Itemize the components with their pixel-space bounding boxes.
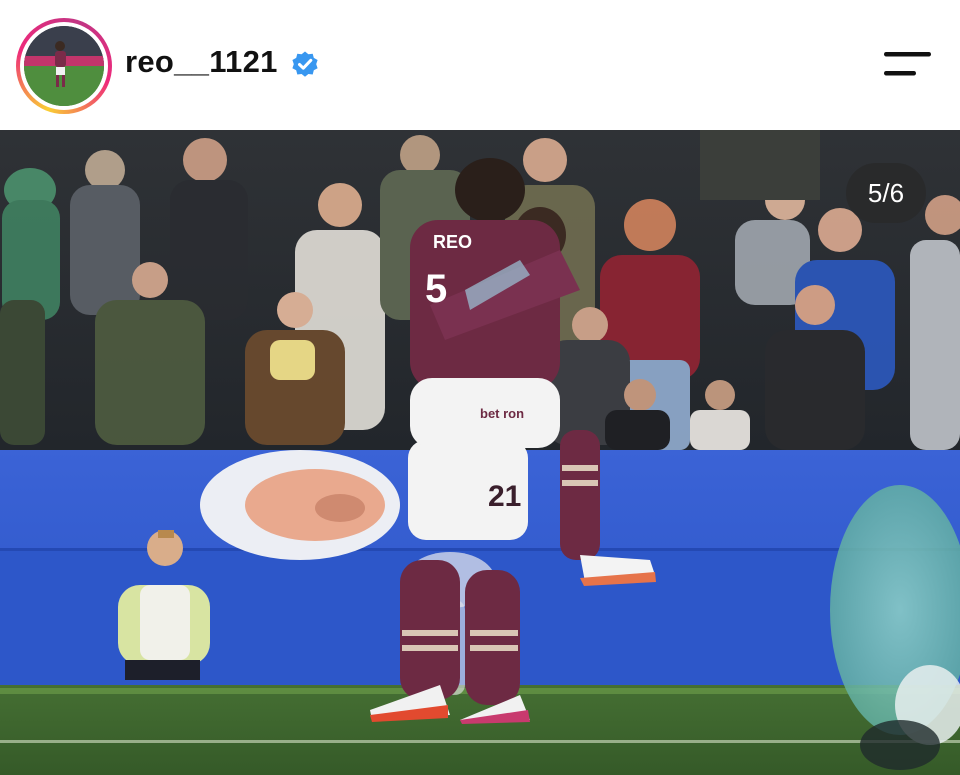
image-counter: 5/6 xyxy=(846,163,926,223)
jersey-back-number: 21 xyxy=(488,480,521,513)
verified-badge-icon xyxy=(292,51,318,77)
menu-button[interactable] xyxy=(876,44,938,84)
post-photo[interactable]: 5 REO 21 bet ron xyxy=(0,130,960,775)
shorts-sponsor: bet ron xyxy=(480,406,524,421)
avatar[interactable] xyxy=(24,26,104,106)
avatar-photo xyxy=(24,26,104,106)
username[interactable]: reo__1121 xyxy=(125,44,278,80)
jersey-front-name: REO xyxy=(433,232,472,252)
post-header: reo__1121 xyxy=(0,0,960,130)
avatar-border xyxy=(20,22,108,110)
menu-icon xyxy=(884,52,931,76)
celebration-photo: 5 REO 21 bet ron xyxy=(0,130,960,775)
jersey-front-number: 5 xyxy=(425,267,447,311)
story-ring[interactable] xyxy=(16,18,112,114)
